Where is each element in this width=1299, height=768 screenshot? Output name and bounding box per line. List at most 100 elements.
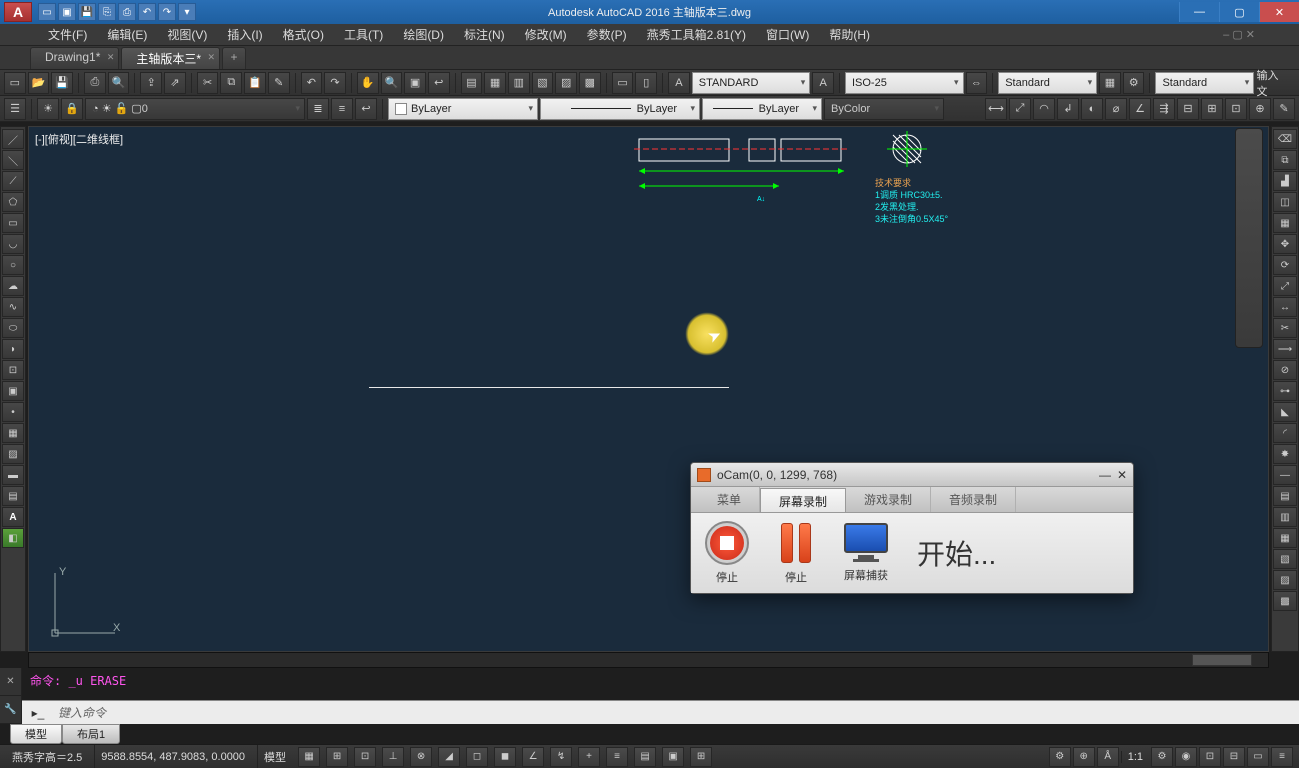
menu-tools[interactable]: 工具(T) <box>336 24 391 45</box>
text-tool-icon[interactable]: A <box>812 72 834 94</box>
dim-tolerance-icon[interactable]: ⊡ <box>1225 98 1247 120</box>
dim-quick-icon[interactable]: ⇶ <box>1153 98 1175 120</box>
dim-center-icon[interactable]: ⊕ <box>1249 98 1271 120</box>
text-style-dropdown[interactable]: STANDARD <box>692 72 811 94</box>
explode-icon[interactable]: ✸ <box>1273 444 1297 464</box>
mirror-icon[interactable]: ▟ <box>1273 171 1297 191</box>
status-mode[interactable]: 模型 <box>257 745 292 768</box>
layer-manager-icon[interactable]: ☰ <box>4 98 26 120</box>
layer-state-icon[interactable]: ≣ <box>307 98 329 120</box>
insert-icon[interactable]: ⊡ <box>2 360 24 380</box>
join-icon[interactable]: ⊶ <box>1273 381 1297 401</box>
close-icon[interactable]: ✕ <box>207 52 215 63</box>
share-icon[interactable]: ⇗ <box>164 72 186 94</box>
menu-insert[interactable]: 插入(I) <box>219 24 270 45</box>
open-icon[interactable]: 📂 <box>28 72 50 94</box>
polar-icon[interactable]: ⊗ <box>410 747 432 767</box>
scale-icon[interactable]: ⤢ <box>1273 276 1297 296</box>
layout-tab-model[interactable]: 模型 <box>10 724 62 744</box>
menu-param[interactable]: 参数(P) <box>579 24 635 45</box>
doc-tab-add[interactable]: + <box>222 47 246 69</box>
circle-icon[interactable]: ○ <box>2 255 24 275</box>
qp-icon[interactable]: ▣ <box>662 747 684 767</box>
layer-iso-icon[interactable]: ≡ <box>331 98 353 120</box>
lwt-icon[interactable]: ≡ <box>606 747 628 767</box>
dim-radius-icon[interactable]: ◐ <box>1081 98 1103 120</box>
isoplane-icon[interactable]: ◢ <box>438 747 460 767</box>
navigation-wheel[interactable] <box>1235 128 1263 348</box>
ocam-titlebar[interactable]: oCam(0, 0, 1299, 768) — ✕ <box>691 463 1133 487</box>
close-button[interactable]: ✕ <box>1259 2 1299 22</box>
3dosnap-icon[interactable]: ◼ <box>494 747 516 767</box>
dim-continue-icon[interactable]: ⊞ <box>1201 98 1223 120</box>
dim-edit-icon[interactable]: ✎ <box>1273 98 1295 120</box>
menu-format[interactable]: 格式(O) <box>275 24 332 45</box>
copy-icon[interactable]: ⧉ <box>220 72 242 94</box>
annoauto-icon[interactable]: Å <box>1097 747 1119 767</box>
color-dropdown[interactable]: ByLayer <box>388 98 538 120</box>
table-icon[interactable]: ▤ <box>2 486 24 506</box>
snap-icon[interactable]: ⊞ <box>326 747 348 767</box>
ocam-window[interactable]: oCam(0, 0, 1299, 768) — ✕ 菜单 屏幕录制 游戏录制 音… <box>690 462 1134 594</box>
preview-icon[interactable]: 🔍 <box>108 72 130 94</box>
minimize-button[interactable]: — <box>1179 2 1219 22</box>
zoom-prev-icon[interactable]: ↩ <box>428 72 450 94</box>
command-input[interactable]: 键入命令 <box>54 704 106 721</box>
pan-icon[interactable]: ✋ <box>357 72 379 94</box>
extend-icon[interactable]: ⟶ <box>1273 339 1297 359</box>
status-scale[interactable]: 1:1 <box>1121 751 1149 763</box>
region-icon[interactable]: ▬ <box>2 465 24 485</box>
isolobj-icon[interactable]: ⊟ <box>1223 747 1245 767</box>
rotate-icon[interactable]: ⟳ <box>1273 255 1297 275</box>
dim-linear-icon[interactable]: ⟷ <box>985 98 1007 120</box>
tool-icon[interactable]: ⚙ <box>1123 72 1145 94</box>
menu-window[interactable]: 窗口(W) <box>758 24 817 45</box>
dim-arc-icon[interactable]: ◠ <box>1033 98 1055 120</box>
dim-style-dropdown[interactable]: ISO-25 <box>845 72 964 94</box>
lineweight-dropdown[interactable]: ByLayer <box>702 98 822 120</box>
menu-view[interactable]: 视图(V) <box>159 24 215 45</box>
dim-ordinate-icon[interactable]: ↲ <box>1057 98 1079 120</box>
line-icon[interactable]: ／ <box>2 129 24 149</box>
layer-prev-icon[interactable]: ↩ <box>355 98 377 120</box>
ocam-tab-audiorec[interactable]: 音频录制 <box>931 487 1016 512</box>
zoom-window-icon[interactable]: ▣ <box>404 72 426 94</box>
doc-tab-active[interactable]: 主轴版本三*✕ <box>121 47 220 69</box>
scrollbar-thumb[interactable] <box>1192 654 1252 666</box>
xline-icon[interactable]: ＼ <box>2 150 24 170</box>
menu-modify[interactable]: 修改(M) <box>517 24 575 45</box>
table-style-dropdown[interactable]: Standard <box>998 72 1097 94</box>
point-icon[interactable]: • <box>2 402 24 422</box>
pline-icon[interactable]: ⟋ <box>2 171 24 191</box>
revcloud-icon[interactable]: ☁ <box>2 276 24 296</box>
menu-dimension[interactable]: 标注(N) <box>456 24 513 45</box>
prop4-icon[interactable]: ▧ <box>1273 549 1297 569</box>
command-line-icon[interactable]: ▸_ <box>26 703 50 723</box>
linetype-dropdown[interactable]: ByLayer <box>540 98 700 120</box>
dim-tool-icon[interactable]: ⇔ <box>966 72 988 94</box>
ducs-icon[interactable]: ↯ <box>550 747 572 767</box>
doc-tab-drawing1[interactable]: Drawing1*✕ <box>30 47 119 69</box>
infer-icon[interactable]: ⊡ <box>354 747 376 767</box>
qat-undo-icon[interactable]: ↶ <box>138 3 156 21</box>
hw-icon[interactable]: ⊡ <box>1199 747 1221 767</box>
viewport-label[interactable]: [-][俯视][二维线框] <box>35 131 123 147</box>
plotstyle-dropdown[interactable]: ByColor <box>824 98 944 120</box>
toolpalette-icon[interactable]: ▥ <box>508 72 530 94</box>
layer-lock-icon[interactable]: 🔒 <box>61 98 83 120</box>
stretch-icon[interactable]: ↔ <box>1273 297 1297 317</box>
xref-icon[interactable]: ▯ <box>635 72 657 94</box>
offset-icon[interactable]: ◫ <box>1273 192 1297 212</box>
dyn-icon[interactable]: + <box>578 747 600 767</box>
clean-icon[interactable]: ▭ <box>1247 747 1269 767</box>
move-icon[interactable]: ✥ <box>1273 234 1297 254</box>
ocam-close-icon[interactable]: ✕ <box>1117 468 1127 482</box>
designcenter-icon[interactable]: ▦ <box>484 72 506 94</box>
qat-plot-icon[interactable]: ⎙ <box>118 3 136 21</box>
custom-icon[interactable]: ≡ <box>1271 747 1293 767</box>
table-icon[interactable]: ▦ <box>1099 72 1121 94</box>
grid-icon[interactable]: ▦ <box>298 747 320 767</box>
block-icon[interactable]: ▭ <box>612 72 634 94</box>
ocam-tab-gamerec[interactable]: 游戏录制 <box>846 487 931 512</box>
addsel-icon[interactable]: ◧ <box>2 528 24 548</box>
